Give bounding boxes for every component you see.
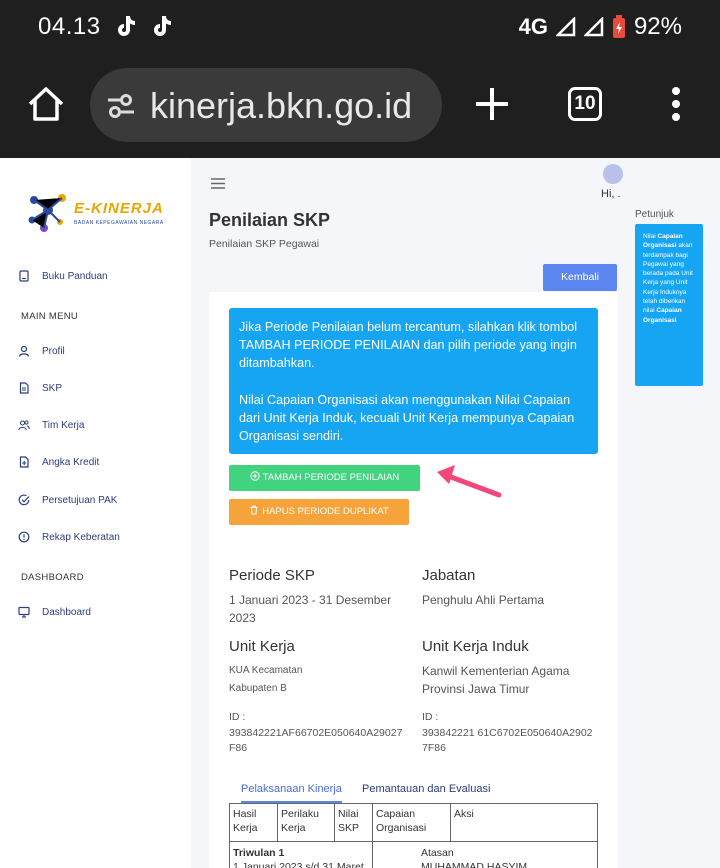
jabatan-label: Jabatan: [422, 567, 476, 584]
table-header: Nilai SKP: [334, 803, 373, 842]
unit-induk-value: Kanwil Kementerian Agama Provinsi Jawa T…: [422, 664, 570, 696]
tiktok-icon: [118, 16, 135, 36]
tab-switcher-button[interactable]: 10: [568, 87, 602, 121]
signal-icon: [555, 17, 576, 37]
id-value-right: 393842221 61C6702E050640A29027F86: [422, 727, 593, 754]
skp-table: Hasil Kerja Perilaku Kerja Nilai SKP Cap…: [229, 803, 598, 868]
dashboard-heading: DASHBOARD: [21, 572, 84, 583]
trash-icon: [250, 505, 258, 515]
atasan-label: Atasan: [421, 847, 454, 859]
petunjuk-text: Nilai: [643, 233, 658, 240]
id-label-right: ID :: [422, 711, 439, 723]
clock: 04.13: [38, 13, 101, 40]
book-icon: [19, 270, 29, 282]
sidebar-item-dashboard[interactable]: Dashboard: [18, 606, 91, 618]
user-greeting[interactable]: Hi, .: [601, 188, 621, 200]
user-icon: [18, 345, 30, 357]
url-text[interactable]: kinerja.bkn.go.id: [150, 85, 412, 127]
unit-kerja-line1: KUA Kecamatan: [229, 665, 303, 676]
add-period-button[interactable]: TAMBAH PERIODE PENILAIAN: [229, 465, 420, 491]
site-settings-icon[interactable]: [106, 92, 136, 120]
petunjuk-heading: Petunjuk: [635, 209, 674, 220]
delete-duplicate-button[interactable]: HAPUS PERIODE DUPLIKAT: [229, 499, 409, 525]
table-header: Aksi: [450, 803, 598, 842]
tab-pelaksanaan-kinerja[interactable]: Pelaksanaan Kinerja: [241, 783, 342, 803]
unit-kerja-line2: Kabupaten B: [229, 683, 287, 694]
table-cell: Atasan MUHAMMAD HASYIM: [372, 841, 598, 868]
logo-mark-icon: [28, 194, 66, 232]
id-label-left: ID :: [229, 711, 246, 723]
back-button[interactable]: Kembali: [543, 264, 617, 291]
add-period-label: TAMBAH PERIODE PENILAIAN: [262, 472, 400, 483]
page-subtitle: Penilaian SKP Pegawai: [209, 238, 320, 250]
sidebar-item-label: Persetujuan PAK: [42, 494, 118, 506]
id-value-left: 393842221AF66702E050640A29027F86: [229, 727, 403, 754]
sidebar-item-profil[interactable]: Profil: [18, 345, 65, 357]
menu-toggle-icon[interactable]: [211, 178, 225, 189]
sidebar-item-label: SKP: [42, 382, 63, 394]
logo[interactable]: E-KINERJA BADAN KEPEGAWAIAN NEGARA: [24, 184, 174, 238]
sidebar-item-label: Rekap Keberatan: [42, 531, 120, 543]
battery-icon: [612, 15, 625, 38]
sidebar-item-label: Dashboard: [42, 606, 91, 618]
period-name: Triwulan 1: [233, 847, 285, 859]
browser-toolbar: kinerja.bkn.go.id 10: [0, 54, 720, 158]
jabatan-value: Penghulu Ahli Pertama: [422, 593, 545, 607]
sidebar-item-label: Profil: [42, 345, 65, 357]
delete-duplicate-label: HAPUS PERIODE DUPLIKAT: [262, 506, 389, 517]
atasan-name: MUHAMMAD HASYIM: [421, 861, 528, 868]
sidebar-item-label: Buku Panduan: [42, 270, 108, 282]
new-tab-icon[interactable]: [472, 84, 512, 124]
avatar[interactable]: [603, 164, 623, 184]
info-paragraph: Nilai Capaian Organisasi akan menggunaka…: [239, 392, 575, 444]
users-icon: [18, 420, 30, 431]
signal-icon: [583, 17, 604, 37]
web-page: E-KINERJA BADAN KEPEGAWAIAN NEGARA Buku …: [0, 158, 720, 868]
monitor-icon: [18, 606, 30, 618]
petunjuk-text: akan terdampak bagi Pegawai yang berada …: [643, 242, 693, 315]
sidebar-item-label: Tim Kerja: [42, 419, 85, 431]
pointer-arrow-icon: [437, 465, 502, 498]
more-options-icon[interactable]: [664, 84, 688, 124]
sidebar-item-skp[interactable]: SKP: [18, 382, 62, 394]
periode-label: Periode SKP: [229, 567, 315, 584]
address-bar[interactable]: kinerja.bkn.go.id: [90, 68, 442, 142]
battery-level: 92%: [633, 13, 682, 40]
info-paragraph: Jika Periode Penilaian belum tercantum, …: [239, 320, 578, 371]
periode-value: 1 Januari 2023 - 31 Desember 2023: [229, 593, 392, 625]
check-circle-icon: [18, 494, 30, 506]
unit-kerja-label: Unit Kerja: [229, 638, 295, 655]
status-bar: 04.13 4G 92%: [0, 0, 720, 54]
info-circle-icon: [18, 531, 30, 543]
table-header: Hasil Kerja: [229, 803, 278, 842]
sidebar-item-buku-panduan[interactable]: Buku Panduan: [18, 270, 108, 282]
table-row: Triwulan 1 1 Januari 2023 s/d 31 Maret 2…: [229, 841, 598, 868]
plus-circle-icon: [250, 471, 260, 481]
table-header: Perilaku Kerja: [277, 803, 335, 842]
petunjuk-box: Nilai Capaian Organisasi akan terdampak …: [635, 224, 703, 386]
sidebar-item-label: Angka Kredit: [42, 456, 100, 468]
unit-induk-label: Unit Kerja Induk: [422, 638, 529, 655]
tab-pemantauan-evaluasi[interactable]: Pemantauan dan Evaluasi: [362, 783, 490, 795]
network-type: 4G: [518, 14, 548, 39]
logo-title: E-KINERJA: [74, 200, 164, 217]
info-alert: Jika Periode Penilaian belum tercantum, …: [229, 308, 598, 454]
period-dates: 1 Januari 2023 s/d 31 Maret 2023: [233, 861, 364, 868]
sidebar-item-angka-kredit[interactable]: Angka Kredit: [18, 456, 99, 468]
skp-card: Jika Periode Penilaian belum tercantum, …: [209, 292, 618, 868]
sidebar-item-tim-kerja[interactable]: Tim Kerja: [18, 419, 84, 431]
file-plus-icon: [19, 456, 29, 468]
sidebar-item-persetujuan-pak[interactable]: Persetujuan PAK: [18, 494, 117, 506]
table-cell: Triwulan 1 1 Januari 2023 s/d 31 Maret 2…: [229, 841, 373, 868]
sidebar-item-rekap-keberatan[interactable]: Rekap Keberatan: [18, 531, 120, 543]
document-icon: [19, 382, 29, 394]
main-menu-heading: MAIN MENU: [21, 311, 79, 322]
home-icon[interactable]: [26, 84, 66, 124]
main-content: Hi, . Penilaian SKP Penilaian SKP Pegawa…: [191, 158, 720, 868]
table-header: Capaian Organisasi: [372, 803, 451, 842]
page-title: Penilaian SKP: [209, 210, 331, 230]
sidebar: E-KINERJA BADAN KEPEGAWAIAN NEGARA Buku …: [0, 158, 191, 868]
logo-subtitle: BADAN KEPEGAWAIAN NEGARA: [74, 220, 164, 226]
tiktok-icon: [154, 16, 171, 36]
